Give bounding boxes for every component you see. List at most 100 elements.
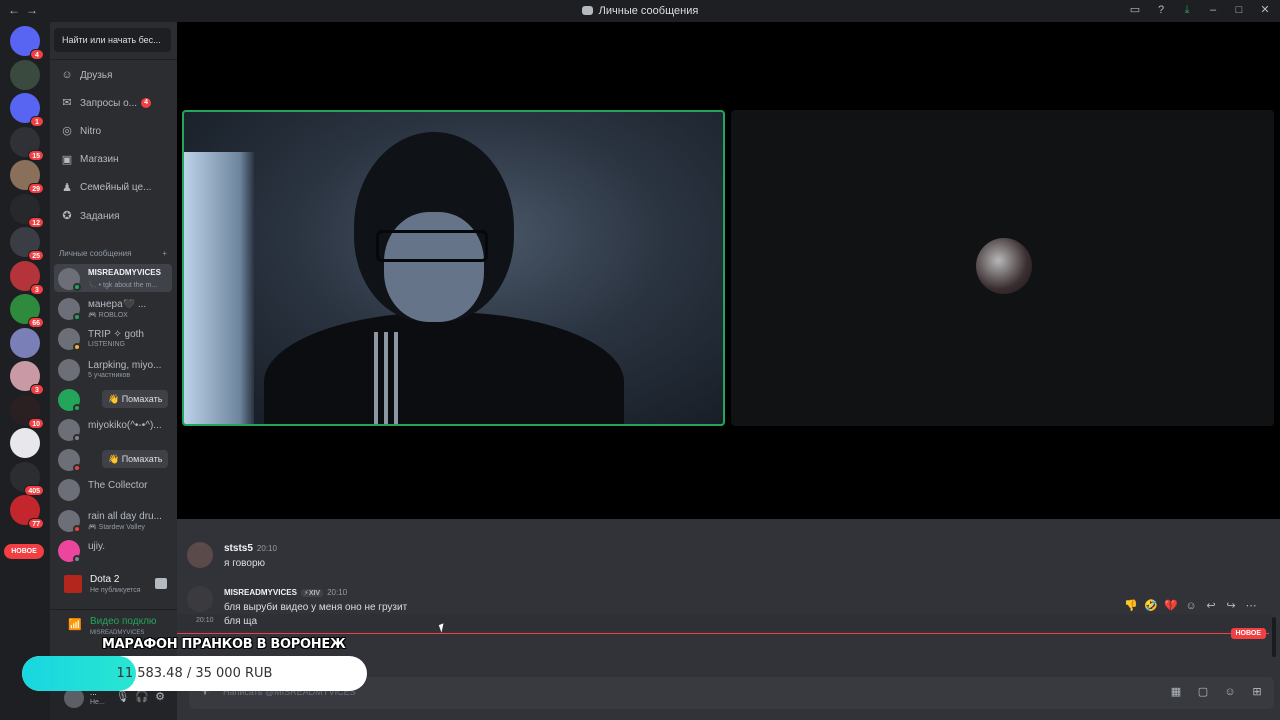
dm-item[interactable]: 👋 Помахать bbox=[54, 385, 172, 413]
server-icon[interactable] bbox=[10, 327, 40, 358]
maximize-icon[interactable]: □ bbox=[1232, 3, 1246, 17]
reply-icon[interactable]: ↩ bbox=[1204, 599, 1218, 613]
new-badge[interactable]: НОВОЕ bbox=[4, 544, 44, 559]
gear-icon[interactable]: ⚙ bbox=[155, 690, 165, 703]
video-person-body bbox=[264, 312, 624, 424]
thumbs-down-icon[interactable]: 👎 bbox=[1124, 599, 1138, 613]
status-indicator bbox=[73, 403, 81, 412]
forward-icon[interactable]: ↪ bbox=[1224, 599, 1238, 613]
video-tile-remote[interactable] bbox=[731, 110, 1274, 426]
server-icon[interactable]: 3 bbox=[10, 361, 44, 395]
server-icon[interactable]: 4 bbox=[10, 26, 44, 60]
dm-item[interactable]: rain all day dru... 🎮 Stardew Valley bbox=[54, 506, 172, 534]
stream-overlay-title: МАРАФОН ПРАНКОВ В ВОРОНЕЖ bbox=[102, 637, 346, 652]
dm-item[interactable]: MISREADMYVICES 📞 • tgk about the m... bbox=[54, 264, 172, 292]
signal-icon: 📶 bbox=[68, 619, 82, 631]
close-icon[interactable]: ✕ bbox=[1258, 3, 1272, 17]
heart-icon[interactable]: 💔 bbox=[1164, 599, 1178, 613]
nav-item[interactable]: ◎ Nitro bbox=[56, 118, 173, 144]
server-icon[interactable]: 25 bbox=[10, 227, 44, 261]
donation-progress-bar: 11 583.48 / 35 000 RUB bbox=[22, 656, 367, 691]
nav-item-label: Семейный це... bbox=[80, 182, 152, 194]
scrollbar[interactable] bbox=[1272, 617, 1276, 657]
sticker-icon[interactable]: ▢ bbox=[1196, 685, 1210, 699]
server-icon[interactable]: 12 bbox=[10, 193, 44, 228]
server-badge: 12 bbox=[28, 216, 44, 228]
divider bbox=[50, 59, 177, 60]
nav-item[interactable]: ♟ Семейный це... bbox=[56, 175, 173, 201]
laugh-icon[interactable]: 🤣 bbox=[1144, 599, 1158, 613]
dm-item[interactable]: The Collector bbox=[54, 475, 172, 503]
video-stripe bbox=[394, 332, 398, 424]
download-icon[interactable]: ⤓ bbox=[1180, 3, 1194, 17]
message-text: я говорю bbox=[224, 558, 266, 569]
gif-icon[interactable]: ▦ bbox=[1169, 685, 1183, 699]
wave-button[interactable]: 👋 Помахать bbox=[102, 389, 169, 408]
add-reaction-icon[interactable]: ☺ bbox=[1184, 599, 1198, 613]
server-icon[interactable]: 10 bbox=[10, 394, 44, 429]
headphones-icon[interactable]: 🎧 bbox=[135, 690, 149, 703]
server-icon[interactable]: 29 bbox=[10, 160, 44, 194]
server-badge: 405 bbox=[24, 484, 44, 496]
activity-title: Dota 2 bbox=[90, 574, 120, 585]
voice-status[interactable]: Видео подклю bbox=[90, 616, 160, 627]
video-person-glasses bbox=[376, 230, 488, 262]
friends-icon: ☺ bbox=[61, 69, 73, 81]
avatar[interactable] bbox=[187, 542, 213, 568]
dm-item[interactable]: Larpking, miyo... 5 участников bbox=[54, 355, 172, 383]
server-icon[interactable] bbox=[10, 428, 40, 458]
dm-name: манера🖤 ... bbox=[88, 299, 147, 311]
more-icon[interactable]: ⋯ bbox=[1244, 599, 1258, 613]
server-icon[interactable] bbox=[10, 59, 40, 90]
nav-item[interactable]: ✉ Запросы о... 4 bbox=[56, 90, 173, 116]
server-icon[interactable]: 66 bbox=[10, 294, 44, 328]
search-input[interactable]: Найти или начать бес... bbox=[54, 28, 171, 52]
nav-item-label: Запросы о... bbox=[80, 97, 138, 109]
shop-icon: ▣ bbox=[61, 153, 73, 166]
dm-name: TRIP ✧ goth bbox=[88, 329, 144, 341]
video-person-face bbox=[384, 212, 484, 322]
inbox-icon[interactable]: ▭ bbox=[1128, 3, 1142, 17]
server-icon[interactable]: 405 bbox=[10, 461, 44, 496]
title-bar: ←→ Личные сообщения ▭ ? ⤓ – □ ✕ bbox=[0, 0, 1280, 22]
new-messages-badge: НОВОЕ bbox=[1230, 628, 1266, 639]
status-indicator bbox=[73, 434, 81, 442]
activity-panel[interactable]: Dota 2 Не публикуется bbox=[54, 567, 173, 605]
apps-icon[interactable]: ⊞ bbox=[1250, 685, 1264, 699]
server-badge: 3 bbox=[30, 283, 44, 295]
guild-tag: ⚡XIV bbox=[300, 589, 324, 597]
emoji-icon[interactable]: ☺ bbox=[1223, 685, 1237, 699]
message-hover-row[interactable]: 20:10 бля ща bbox=[177, 614, 1272, 631]
message-author: MISREADMYVICES ⚡XIV 20:10 bbox=[224, 588, 348, 597]
server-badge: 77 bbox=[28, 518, 44, 529]
server-icon[interactable]: 1 bbox=[10, 93, 44, 127]
dm-name: Larpking, miyo... bbox=[88, 359, 162, 371]
nav-item[interactable]: ▣ Магазин bbox=[56, 147, 173, 173]
server-icon[interactable]: 3 bbox=[10, 260, 44, 295]
wave-button[interactable]: 👋 Помахать bbox=[102, 450, 169, 469]
avatar[interactable] bbox=[187, 586, 213, 612]
server-icon[interactable]: 77 bbox=[10, 495, 44, 529]
dm-item[interactable]: манера🖤 ... 🎮 ROBLOX bbox=[54, 294, 172, 322]
dm-item[interactable]: 👋 Помахать bbox=[54, 445, 172, 473]
server-icon[interactable]: 15 bbox=[10, 126, 44, 161]
nav-item[interactable]: ☺ Друзья bbox=[56, 62, 173, 88]
user-status: Не... bbox=[90, 699, 105, 706]
video-stripe bbox=[374, 332, 378, 424]
screen-icon[interactable] bbox=[155, 578, 167, 589]
dm-item[interactable]: TRIP ✧ goth LISTENING bbox=[54, 324, 172, 352]
nav-item[interactable]: ✪ Задания bbox=[56, 203, 173, 229]
server-badge: 25 bbox=[28, 250, 44, 261]
status-indicator bbox=[73, 283, 81, 291]
add-dm-icon[interactable]: + bbox=[162, 249, 167, 258]
dm-item[interactable]: miyokiko(^•-•^)... bbox=[54, 415, 172, 443]
avatar[interactable] bbox=[64, 688, 84, 708]
mic-icon[interactable]: 🎙 bbox=[115, 690, 129, 703]
server-badge: 4 bbox=[30, 49, 44, 60]
help-icon[interactable]: ? bbox=[1154, 3, 1168, 17]
video-tile-local[interactable] bbox=[182, 110, 725, 426]
participant-avatar bbox=[976, 238, 1032, 294]
server-badge: 29 bbox=[28, 183, 44, 194]
dm-item[interactable]: ujiy. bbox=[54, 536, 172, 564]
minimize-icon[interactable]: – bbox=[1206, 3, 1220, 17]
